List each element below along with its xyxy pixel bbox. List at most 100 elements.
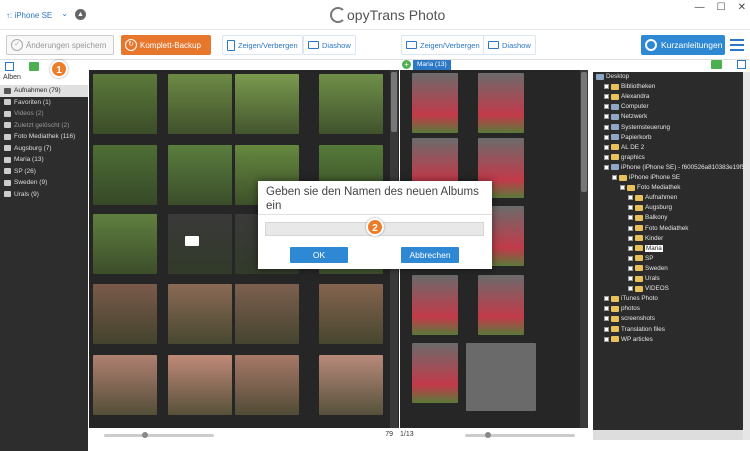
album-photo-thumbnail[interactable] (478, 275, 524, 335)
save-changes-button[interactable]: ✓ Änderungen speichern (6, 35, 114, 55)
tree-item[interactable]: Netzwerk (604, 112, 647, 121)
tree-item[interactable]: WP articles (604, 335, 653, 344)
album-item[interactable]: Favoriten (1) (0, 97, 88, 109)
tree-item[interactable]: AL DE 2 (604, 143, 644, 152)
slideshow-right-button[interactable]: Diashow (483, 35, 536, 55)
expand-toggle-icon[interactable] (604, 124, 609, 130)
selected-photo-thumbnail[interactable] (466, 343, 536, 411)
album-scrollbar[interactable] (580, 70, 588, 428)
tree-item[interactable]: Sweden (628, 264, 668, 273)
album-tag[interactable]: Maria (13) (413, 60, 451, 70)
eject-icon[interactable]: ▲ (75, 9, 86, 20)
slideshow-left-button[interactable]: Diashow (303, 35, 356, 55)
expand-toggle-icon[interactable] (604, 104, 609, 110)
expand-toggle-icon[interactable] (604, 154, 609, 160)
photo-thumbnail[interactable] (168, 355, 232, 415)
photo-thumbnail[interactable] (235, 284, 299, 344)
tree-item[interactable]: iPhone iPhone SE (612, 173, 680, 182)
album-item[interactable]: Urals (9) (0, 189, 88, 201)
expand-toggle-icon[interactable] (620, 185, 625, 191)
minimize-button[interactable]: — (695, 2, 705, 13)
expand-toggle-icon[interactable] (628, 195, 633, 201)
tree-item[interactable]: Desktop (596, 72, 629, 81)
photo-thumbnail[interactable] (319, 284, 383, 344)
expand-toggle-icon[interactable] (604, 114, 609, 120)
expand-toggle-icon[interactable] (628, 286, 633, 292)
tree-item[interactable]: iTunes Photo (604, 294, 658, 303)
tree-item[interactable]: Computer (604, 102, 649, 111)
photo-thumbnail[interactable] (93, 145, 157, 205)
tree-item[interactable]: Urals (628, 274, 660, 283)
close-button[interactable]: ✕ (738, 2, 746, 13)
photo-thumbnail[interactable] (168, 214, 232, 274)
expand-toggle-icon[interactable] (604, 306, 609, 312)
ok-button[interactable]: OK (290, 247, 348, 263)
tree-vertical-scrollbar[interactable] (743, 72, 750, 440)
tree-item[interactable]: Maria (628, 244, 663, 253)
expand-toggle-icon[interactable] (604, 134, 609, 140)
photo-thumbnail[interactable] (93, 284, 157, 344)
expand-toggle-icon[interactable] (604, 326, 609, 332)
album-zoom-slider[interactable] (465, 432, 575, 438)
main-zoom-knob[interactable] (142, 432, 148, 438)
photo-thumbnail[interactable] (319, 74, 383, 134)
photo-thumbnail[interactable] (168, 284, 232, 344)
tree-item[interactable]: Systemsteuerung (604, 123, 670, 132)
album-item[interactable]: Foto Mediathek (116) (0, 131, 88, 143)
quick-guide-button[interactable]: Kurzanleitungen (641, 35, 725, 55)
expand-toggle-icon[interactable] (604, 316, 609, 322)
expand-toggle-icon[interactable] (628, 255, 633, 261)
toggle-right-button[interactable]: Zeigen/Verbergen (401, 35, 485, 55)
expand-toggle-icon[interactable] (604, 296, 609, 302)
main-zoom-slider[interactable] (104, 432, 214, 438)
album-photo-thumbnail[interactable] (412, 343, 458, 403)
album-photo-thumbnail[interactable] (478, 73, 524, 133)
photo-thumbnail[interactable] (235, 74, 299, 134)
expand-toggle-icon[interactable] (604, 94, 609, 100)
tree-item[interactable]: Papierkorb (604, 133, 651, 142)
album-item[interactable]: Sweden (9) (0, 177, 88, 189)
album-item[interactable]: Aufnahmen (79) (0, 85, 88, 97)
photo-thumbnail[interactable] (235, 355, 299, 415)
album-item[interactable]: Maria (13) (0, 154, 88, 166)
tree-item[interactable]: screenshots (604, 314, 655, 323)
menu-icon[interactable] (730, 39, 744, 51)
album-item[interactable]: SP (26) (0, 166, 88, 178)
tree-item[interactable]: Foto Mediathek (620, 183, 680, 192)
tree-item[interactable]: Alexandra (604, 92, 649, 101)
new-folder-icon[interactable] (711, 60, 722, 69)
expand-toggle-icon[interactable] (628, 215, 633, 221)
tree-item[interactable]: photos (604, 304, 640, 313)
toggle-left-button[interactable]: Zeigen/Verbergen (222, 35, 303, 55)
photo-thumbnail[interactable] (168, 74, 232, 134)
tree-item[interactable]: SP (628, 254, 653, 263)
new-album-icon[interactable] (29, 62, 39, 71)
tree-item[interactable]: graphics (604, 153, 645, 162)
expand-toggle-icon[interactable] (628, 235, 633, 241)
photo-thumbnail[interactable] (93, 214, 157, 274)
album-item[interactable]: Augsburg (7) (0, 143, 88, 155)
tree-item[interactable]: Augsburg (628, 203, 672, 212)
maximize-button[interactable]: ☐ (717, 2, 726, 13)
album-item[interactable]: Zuletzt gelöscht (2) (0, 120, 88, 132)
expand-toggle-icon[interactable] (628, 265, 633, 271)
collapse-panel-icon[interactable] (737, 60, 746, 69)
tree-item[interactable]: Kinder (628, 234, 663, 243)
add-icon[interactable]: + (402, 60, 411, 69)
expand-toggle-icon[interactable] (612, 175, 617, 180)
expand-toggle-icon[interactable] (628, 245, 633, 251)
expand-toggle-icon[interactable] (604, 144, 609, 150)
expand-toggle-icon[interactable] (604, 164, 609, 170)
expand-toggle-icon[interactable] (628, 225, 633, 231)
tree-item[interactable]: Bibliotheken (604, 82, 655, 91)
tree-item[interactable]: Translation files (604, 325, 665, 334)
album-zoom-knob[interactable] (485, 432, 491, 438)
tree-horizontal-scrollbar[interactable] (593, 430, 743, 440)
expand-toggle-icon[interactable] (628, 276, 633, 281)
photo-thumbnail[interactable] (93, 355, 157, 415)
photo-thumbnail[interactable] (168, 145, 232, 205)
full-backup-button[interactable]: ↻ Komplett-Backup (121, 35, 211, 55)
device-selector[interactable]: ↑: iPhone SE ⌄ (6, 8, 70, 22)
tree-item[interactable]: Aufnahmen (628, 193, 677, 202)
album-photo-thumbnail[interactable] (412, 275, 458, 335)
